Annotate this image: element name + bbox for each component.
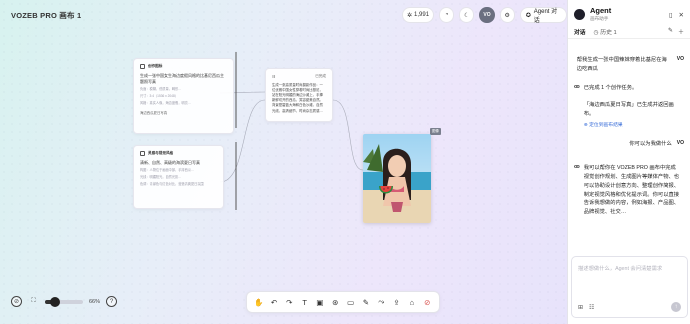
agent-message: oo 已完成 1 个创作任务。 「海边西瓜夏日写真」已生成并返回画布。 ⊕ 定位…: [574, 84, 684, 127]
generation-prompt: 生成一张高质量时尚摄影作品：一位优雅中国女性穿着时尚比基尼，站在阳光明媚的海边沙…: [272, 83, 323, 113]
edit-icon[interactable]: ✎: [668, 27, 673, 36]
agent-panel-header: Agent 画布助手 ▯ ✕: [568, 0, 690, 24]
help-icon: ?: [109, 298, 114, 305]
generation-node[interactable]: ☷ 已完成 生成一张高质量时尚摄影作品：一位优雅中国女性穿着时尚比基尼，站在阳光…: [265, 68, 333, 122]
agent-avatar-icon: oo: [574, 84, 580, 91]
user-message: 你可以为我做什么 VO: [574, 140, 684, 149]
image-icon[interactable]: ▣: [314, 296, 326, 308]
message-text: 已完成 1 个创作任务。: [583, 85, 638, 92]
send-button[interactable]: ↑: [671, 302, 681, 312]
text-icon[interactable]: T: [299, 296, 311, 308]
redo-icon[interactable]: ↷: [283, 296, 295, 308]
zoom-level: 66%: [89, 298, 101, 305]
image-tag: 图像: [430, 128, 441, 135]
video-icon[interactable]: ▭: [345, 296, 357, 308]
sidebar-toggle-icon[interactable]: ▯: [669, 11, 673, 19]
message-text: 帮我生成一张中国辣妹穿着比基尼在海边吃西瓜: [576, 57, 667, 72]
zoom-slider[interactable]: [45, 296, 83, 307]
chat-input-placeholder: 描述想做什么，Agent 会问清楚需求: [578, 266, 663, 272]
fit-icon: ⛶: [31, 298, 36, 304]
zoom-knob[interactable]: [49, 296, 60, 307]
delete-icon[interactable]: ⊘: [421, 296, 433, 308]
pen-icon[interactable]: ✎: [360, 296, 372, 308]
tab-history-label: 历史 1: [600, 29, 617, 36]
node-meta: 负面：模糊，低质量，畸形…: [140, 87, 182, 92]
sliders-icon: ☷: [272, 74, 276, 79]
undo-icon[interactable]: ↶: [268, 296, 280, 308]
node-meta: 光线：明媚阳光，自然光影…: [140, 175, 182, 180]
locate-result-link[interactable]: ⊕ 定位到画布结果: [584, 121, 684, 128]
node-meta: 构图：人物位于画面中部，手持西瓜…: [140, 168, 195, 173]
settings-icon[interactable]: ☷: [589, 304, 594, 311]
shapes-icon[interactable]: ⊛: [329, 296, 341, 308]
locate-result-label: 定位到画布结果: [589, 122, 623, 128]
hand-icon[interactable]: ✋: [253, 296, 265, 308]
compass-icon: ⊘: [13, 299, 20, 305]
user-avatar-label: VO: [676, 56, 684, 62]
tab-chat[interactable]: 对话: [574, 27, 586, 36]
fit-view-button[interactable]: ⛶: [28, 296, 39, 307]
node-prompt: 清新、自然、高级的海滨夏日写真: [140, 160, 200, 165]
agent-subtitle: 画布助手: [590, 15, 609, 21]
message-text: 你可以为我做什么: [629, 140, 672, 147]
node-meta: 尺寸：3:4（1536 x 2048）: [140, 94, 178, 99]
help-button[interactable]: ?: [106, 296, 118, 307]
new-chat-icon[interactable]: ＋: [678, 27, 684, 36]
agent-panel: Agent 画布助手 ▯ ✕ 对话 ◷ 历史 1 ✎ ＋ 帮我生成一张中国辣妹穿…: [567, 0, 690, 324]
user-avatar-label: VO: [676, 139, 684, 146]
agent-title: Agent: [590, 6, 612, 16]
zoom-controls: ⊘ ⛶ 66% ?: [11, 296, 118, 307]
agent-tabs: 对话 ◷ 历史 1 ✎ ＋: [568, 24, 690, 39]
canvas[interactable]: VOZEB PRO 画布 1 ✲ 1,991 ◔ ☾ VO ⚙ ✪ Agent …: [0, 0, 567, 324]
document-icon: [140, 64, 145, 69]
tab-history[interactable]: ◷ 历史 1: [594, 27, 617, 36]
palette-icon: [140, 151, 145, 156]
agent-message: oo 我可以帮你在 VOZEB PRO 画布中完成视觉创作规划、生成图片等媒体产…: [574, 164, 684, 220]
connector-lines: [219, 52, 364, 210]
generated-photo-illustration: [363, 134, 431, 223]
message-text: 我可以帮你在 VOZEB PRO 画布中完成视觉创作规划、生成图片等媒体产物、也…: [583, 165, 680, 216]
bottom-toolbar: ✋ ↶ ↷ T ▣ ⊛ ▭ ✎ ⤳ ⇪ ⌂ ⊘: [246, 291, 440, 313]
folder-icon[interactable]: ⌂: [406, 296, 418, 308]
node-meta: 风格：真实人像，海边度假，明亮…: [140, 101, 191, 106]
connector-line: [332, 99, 364, 171]
chat-messages: 帮我生成一张中国辣妹穿着比基尼在海边吃西瓜 VO oo 已完成 1 个创作任务。…: [568, 39, 690, 220]
upload-icon[interactable]: ⇪: [391, 296, 403, 308]
node-footer: 海边西瓜夏日写真: [140, 110, 168, 115]
node-header: 灵感与视觉风格: [148, 151, 174, 155]
brief-node[interactable]: 创作图标 生成一张中国女生海边度假风格的比基尼西瓜主题照写真 负面：模糊，低质量…: [133, 58, 234, 134]
node-meta: 色调：青绿色与红色对比，营造清爽夏日氛围: [140, 182, 204, 187]
message-text: 「海边西瓜夏日写真」已生成并返回画布。: [583, 102, 674, 117]
node-prompt: 生成一张中国女生海边度假风格的比基尼西瓜主题照写真: [140, 73, 224, 84]
close-icon[interactable]: ✕: [679, 11, 684, 19]
attach-icon[interactable]: ⊞: [578, 304, 583, 311]
send-icon: ↑: [674, 304, 678, 310]
style-node[interactable]: 灵感与视觉风格 清新、自然、高级的海滨夏日写真 构图：人物位于画面中部，手持西瓜…: [133, 145, 224, 209]
arrow-icon[interactable]: ⤳: [375, 296, 387, 308]
agent-avatar-icon: oo: [574, 164, 580, 171]
node-status: 已完成: [315, 74, 326, 78]
chat-input[interactable]: 描述想做什么，Agent 会问清楚需求 ⊞ ☷ ↑: [571, 256, 688, 318]
user-message: 帮我生成一张中国辣妹穿着比基尼在海边吃西瓜 VO: [574, 56, 684, 73]
generated-image[interactable]: [363, 134, 431, 223]
locate-button[interactable]: ⊘: [11, 296, 22, 307]
node-header: 创作图标: [148, 64, 163, 68]
agent-logo-icon: [574, 9, 585, 20]
